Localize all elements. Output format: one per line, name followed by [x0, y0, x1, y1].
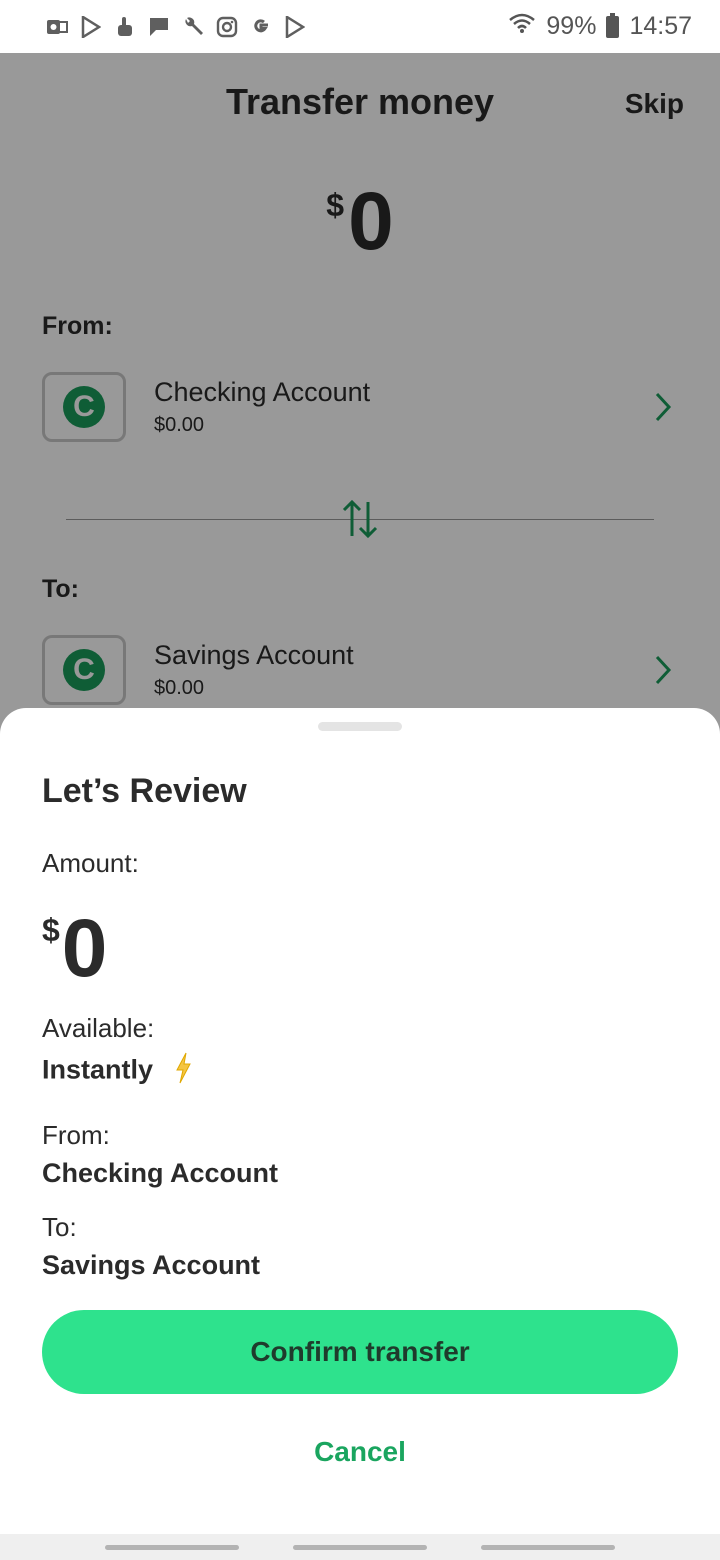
hand-icon: [114, 16, 136, 38]
review-from-value: Checking Account: [42, 1158, 279, 1188]
currency-symbol: $: [42, 912, 60, 948]
review-bottom-sheet: Let’s Review Amount: $0 Available: Insta…: [0, 708, 720, 1534]
google-icon: [250, 16, 272, 38]
clock: 14:57: [629, 12, 692, 40]
nav-back-button[interactable]: [481, 1545, 615, 1550]
review-amount: $0: [42, 908, 107, 990]
review-from-label: From:: [42, 1120, 110, 1150]
sheet-title: Let’s Review: [42, 772, 247, 810]
nav-home-button[interactable]: [293, 1545, 427, 1550]
available-label: Available:: [42, 1013, 155, 1043]
instagram-icon: [216, 16, 238, 38]
lightning-bolt-icon: [173, 1052, 193, 1091]
review-to-value: Savings Account: [42, 1250, 261, 1280]
nav-recents-button[interactable]: [105, 1545, 239, 1550]
flag-icon: [148, 16, 170, 38]
available-text: Instantly: [42, 1054, 154, 1085]
battery-icon: [606, 12, 620, 38]
play-store-icon: [284, 15, 306, 38]
navigation-bar: [0, 1534, 720, 1560]
review-to-label: To:: [42, 1212, 77, 1242]
system-status: 99% 14:57: [508, 12, 692, 41]
wrench-icon: [182, 16, 204, 38]
notification-icons: [46, 15, 306, 38]
status-bar: 99% 14:57: [0, 0, 720, 53]
confirm-transfer-button[interactable]: Confirm transfer: [42, 1310, 678, 1394]
wifi-icon: [508, 12, 536, 41]
battery-percent: 99%: [546, 12, 597, 40]
cancel-button[interactable]: Cancel: [0, 1436, 720, 1468]
available-value: Instantly: [42, 1052, 193, 1091]
outlook-icon: [46, 16, 68, 38]
review-amount-value: 0: [61, 903, 108, 994]
drag-handle[interactable]: [318, 722, 402, 731]
amount-label: Amount:: [42, 848, 139, 878]
play-store-icon: [80, 15, 102, 38]
